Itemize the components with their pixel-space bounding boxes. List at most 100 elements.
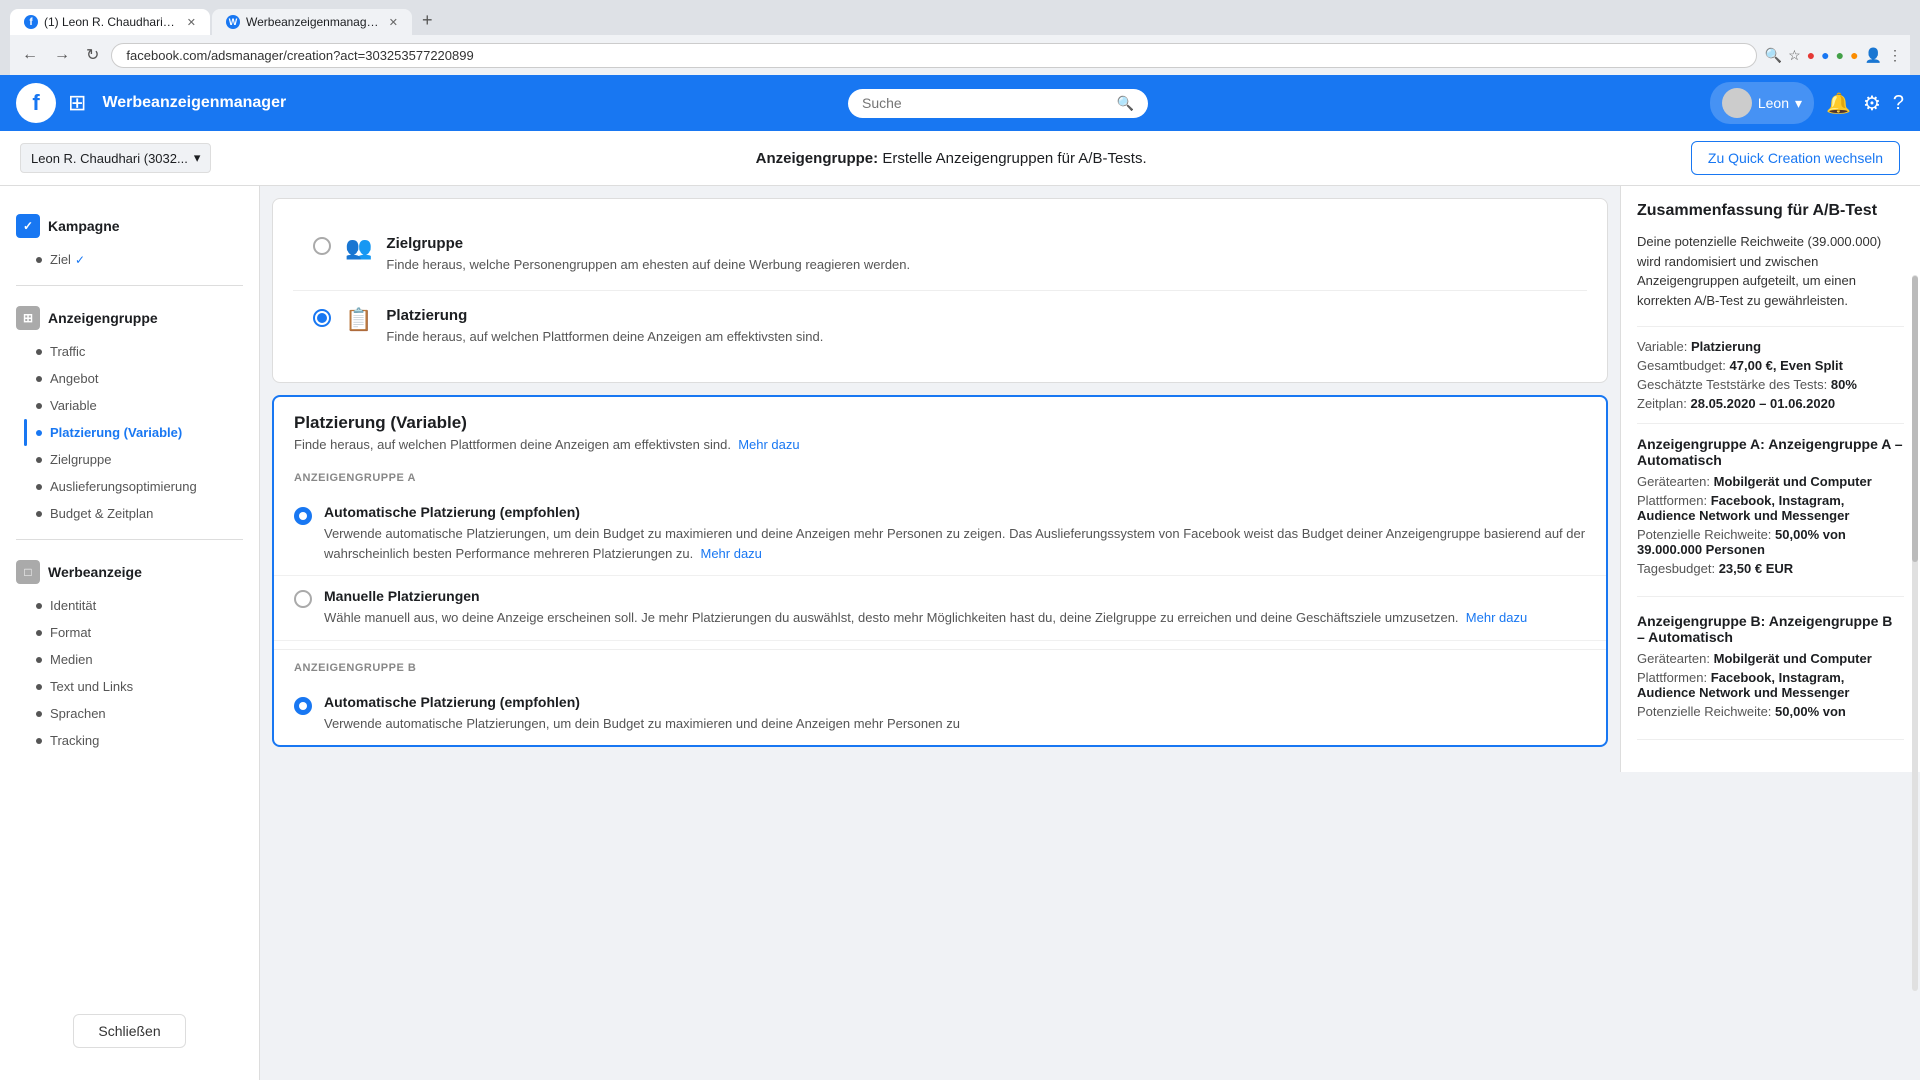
ziel-label: Ziel	[50, 252, 71, 267]
kampagne-label: Kampagne	[48, 218, 120, 234]
search-input[interactable]	[862, 95, 1117, 111]
new-tab-button[interactable]: +	[414, 6, 441, 35]
close-button-wrap: Schließen	[0, 998, 259, 1064]
browser-icon-ext1[interactable]: ●	[1807, 47, 1815, 63]
placement-auto-mehr-dazu[interactable]: Mehr dazu	[700, 546, 761, 561]
summary-variable-row: Variable: Platzierung	[1637, 339, 1904, 354]
address-input[interactable]	[111, 43, 1756, 68]
browser-icon-ext2[interactable]: ●	[1821, 47, 1829, 63]
zeitplan-value: 28.05.2020 – 01.06.2020	[1691, 396, 1836, 411]
sidebar-item-identitat[interactable]: Identität	[0, 592, 259, 619]
gruppe-b-reichweite-label: Potenzielle Reichweite:	[1637, 704, 1771, 719]
app-name: Werbeanzeigenmanager	[102, 94, 286, 112]
quick-creation-button[interactable]: Zu Quick Creation wechseln	[1691, 141, 1900, 175]
browser-tab-2[interactable]: W Werbeanzeigenmanager - Cr... ✕	[212, 9, 412, 35]
sidebar-item-auslieferung[interactable]: Auslieferungsoptimierung	[0, 473, 259, 500]
account-selector[interactable]: Leon R. Chaudhari (3032... ▾	[20, 143, 211, 173]
tracking-dot	[36, 738, 42, 744]
budget-label: Budget & Zeitplan	[50, 506, 153, 521]
gruppe-b-geratearten: Gerätearten: Mobilgerät und Computer	[1637, 651, 1904, 666]
browser-icon-ext4[interactable]: ●	[1850, 47, 1858, 63]
main-layout: ✓ Kampagne Ziel ✓ ⊞ Anzeigengruppe Traff…	[0, 186, 1920, 1080]
platzierung-option[interactable]: 📋 Platzierung Finde heraus, auf welchen …	[293, 291, 1587, 362]
top-actions: Leon ▾ 🔔 ⚙ ?	[1710, 82, 1904, 124]
placement-auto-a[interactable]: Automatische Platzierung (empfohlen) Ver…	[274, 492, 1606, 576]
variable-header: Platzierung (Variable) Finde heraus, auf…	[274, 397, 1606, 460]
browser-icon-user[interactable]: 👤	[1865, 47, 1882, 64]
browser-icons: 🔍 ☆ ● ● ● ● 👤 ⋮	[1765, 47, 1902, 64]
sidebar-divider-2	[16, 539, 243, 540]
text-links-dot	[36, 684, 42, 690]
mehr-dazu-link[interactable]: Mehr dazu	[738, 437, 799, 452]
sidebar-item-traffic[interactable]: Traffic	[0, 338, 259, 365]
browser-icon-search[interactable]: 🔍	[1765, 47, 1782, 64]
kampagne-icon: ✓	[16, 214, 40, 238]
sprachen-dot	[36, 711, 42, 717]
sidebar-item-format[interactable]: Format	[0, 619, 259, 646]
close-button[interactable]: Schließen	[73, 1014, 185, 1048]
search-icon[interactable]: 🔍	[1117, 95, 1134, 112]
werbeanzeige-icon: □	[16, 560, 40, 584]
format-dot	[36, 630, 42, 636]
platzierung-radio[interactable]	[313, 309, 331, 327]
sidebar-item-budget-zeitplan[interactable]: Budget & Zeitplan	[0, 500, 259, 527]
placement-auto-radio[interactable]	[294, 507, 312, 525]
bell-icon[interactable]: 🔔	[1826, 91, 1851, 116]
zielgruppe-option[interactable]: 👥 Zielgruppe Finde heraus, welche Person…	[293, 219, 1587, 291]
sidebar-item-ziel[interactable]: Ziel ✓	[0, 246, 259, 273]
grid-icon[interactable]: ⊞	[68, 90, 86, 116]
scrollbar-thumb[interactable]	[1912, 276, 1918, 562]
sidebar-item-angebot[interactable]: Angebot	[0, 365, 259, 392]
gruppe-b-title: Anzeigengruppe B: Anzeigengruppe B – Aut…	[1637, 613, 1904, 645]
zielgruppe-label: Zielgruppe	[50, 452, 111, 467]
sidebar-item-medien[interactable]: Medien	[0, 646, 259, 673]
gruppe-a-plattformen-label: Plattformen:	[1637, 493, 1707, 508]
browser-icon-menu[interactable]: ⋮	[1888, 47, 1902, 64]
options-card: 👥 Zielgruppe Finde heraus, welche Person…	[272, 198, 1608, 383]
placement-auto-b[interactable]: Automatische Platzierung (empfohlen) Ver…	[274, 682, 1606, 746]
sidebar-item-variable[interactable]: Variable	[0, 392, 259, 419]
search-container: 🔍	[848, 89, 1148, 118]
teststarke-label: Geschätzte Teststärke des Tests:	[1637, 377, 1827, 392]
browser-icon-star[interactable]: ☆	[1788, 47, 1801, 64]
browser-icon-ext3[interactable]: ●	[1836, 47, 1844, 63]
angebot-dot	[36, 376, 42, 382]
auslieferung-label: Auslieferungsoptimierung	[50, 479, 197, 494]
forward-button[interactable]: →	[50, 42, 74, 68]
zeitplan-label: Zeitplan:	[1637, 396, 1687, 411]
tab2-close[interactable]: ✕	[389, 16, 398, 29]
help-icon[interactable]: ?	[1893, 92, 1904, 115]
gruppe-a-geratearten: Gerätearten: Mobilgerät und Computer	[1637, 474, 1904, 489]
placement-manuell-mehr-dazu[interactable]: Mehr dazu	[1466, 610, 1527, 625]
zielgruppe-option-title: Zielgruppe	[386, 235, 910, 252]
platzierung-dot	[36, 430, 42, 436]
back-button[interactable]: ←	[18, 42, 42, 68]
refresh-button[interactable]: ↻	[82, 41, 103, 69]
placement-auto-desc: Verwende automatische Platzierungen, um …	[324, 524, 1586, 563]
gruppe-b-reichweite-value: 50,00% von	[1775, 704, 1846, 719]
zielgruppe-dot	[36, 457, 42, 463]
placement-auto-b-title: Automatische Platzierung (empfohlen)	[324, 694, 960, 710]
zielgruppe-radio[interactable]	[313, 237, 331, 255]
placement-manuell-desc: Wähle manuell aus, wo deine Anzeige ersc…	[324, 608, 1527, 628]
gruppe-a-tagesbudget-label: Tagesbudget:	[1637, 561, 1715, 576]
sidebar-item-tracking[interactable]: Tracking	[0, 727, 259, 754]
sidebar-item-zielgruppe[interactable]: Zielgruppe	[0, 446, 259, 473]
tab1-close[interactable]: ✕	[187, 16, 196, 29]
sidebar-item-sprachen[interactable]: Sprachen	[0, 700, 259, 727]
format-label: Format	[50, 625, 91, 640]
browser-tab-1[interactable]: f (1) Leon R. Chaudhari | Face... ✕	[10, 9, 210, 35]
placement-auto-b-radio[interactable]	[294, 697, 312, 715]
scrollbar-track[interactable]	[1912, 275, 1918, 990]
gear-icon[interactable]: ⚙	[1863, 91, 1881, 116]
platzierung-option-title: Platzierung	[386, 307, 823, 324]
sidebar-item-platzierung[interactable]: Platzierung (Variable)	[0, 419, 259, 446]
variable-label: Variable:	[1637, 339, 1687, 354]
user-button[interactable]: Leon ▾	[1710, 82, 1814, 124]
angebot-label: Angebot	[50, 371, 98, 386]
placement-manuell-a[interactable]: Manuelle Platzierungen Wähle manuell aus…	[274, 576, 1606, 641]
sidebar-divider-1	[16, 285, 243, 286]
sidebar-item-text-links[interactable]: Text und Links	[0, 673, 259, 700]
placement-manuell-radio[interactable]	[294, 590, 312, 608]
sidebar-werbeanzeige-header: □ Werbeanzeige	[0, 552, 259, 592]
